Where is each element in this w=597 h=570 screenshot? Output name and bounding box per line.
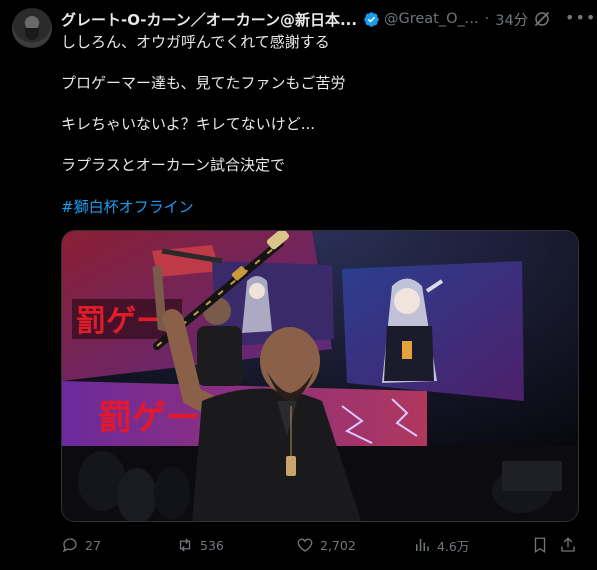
repost-count: 536 [200, 537, 224, 553]
tweet-line-4: ラプラスとオーカーン試合決定で [61, 156, 285, 174]
reply-icon [62, 538, 77, 553]
tweet-line-2: プロゲーマー達も、見てたファンもご苦労 [61, 74, 346, 92]
views-icon [416, 539, 429, 551]
reply-count: 27 [85, 537, 101, 553]
grok-icon[interactable] [533, 10, 551, 28]
verified-badge-icon[interactable] [363, 11, 380, 28]
repost-button[interactable]: 536 [176, 534, 224, 556]
avatar[interactable] [12, 8, 52, 48]
display-name[interactable]: グレート-O-カーン／オーカーン@新日本... [61, 9, 357, 30]
bookmark-button[interactable] [531, 534, 555, 556]
hashtag-link[interactable]: #獅白杯オフライン [61, 197, 194, 217]
handle[interactable]: @Great_O_... [384, 11, 479, 27]
tweet-line-3: キレちゃいないよ？キレてないけど... [61, 115, 316, 133]
share-button[interactable] [559, 534, 583, 556]
tweet-media-photo[interactable]: 罰ゲー 罰ゲーム [61, 230, 579, 522]
like-icon [297, 538, 313, 552]
tweet-header: グレート-O-カーン／オーカーン@新日本... @Great_O_... · 3… [61, 8, 595, 30]
reply-button[interactable]: 27 [61, 534, 101, 556]
like-count: 2,702 [320, 537, 356, 553]
banner-text-top: 罰ゲー [76, 304, 166, 339]
share-icon [561, 537, 575, 552]
time-separator: · [484, 11, 490, 27]
like-button[interactable]: 2,702 [296, 534, 356, 556]
views-count: 4.6万 [437, 538, 470, 554]
tweet-actions: 27 536 2,702 4.6万 [61, 534, 589, 556]
avatar-beard [25, 28, 39, 40]
photo-scene: 罰ゲー 罰ゲーム [62, 231, 578, 521]
bookmark-icon [534, 537, 546, 554]
timestamp[interactable]: 34分 [495, 9, 528, 30]
tweet-line-1: ししろん、オウガ呼んでくれて感謝する [61, 33, 330, 51]
views-button[interactable]: 4.6万 [413, 534, 469, 556]
previous-tweet-edge [0, 0, 597, 4]
more-icon[interactable]: ••• [565, 10, 595, 28]
repost-icon [179, 538, 191, 552]
